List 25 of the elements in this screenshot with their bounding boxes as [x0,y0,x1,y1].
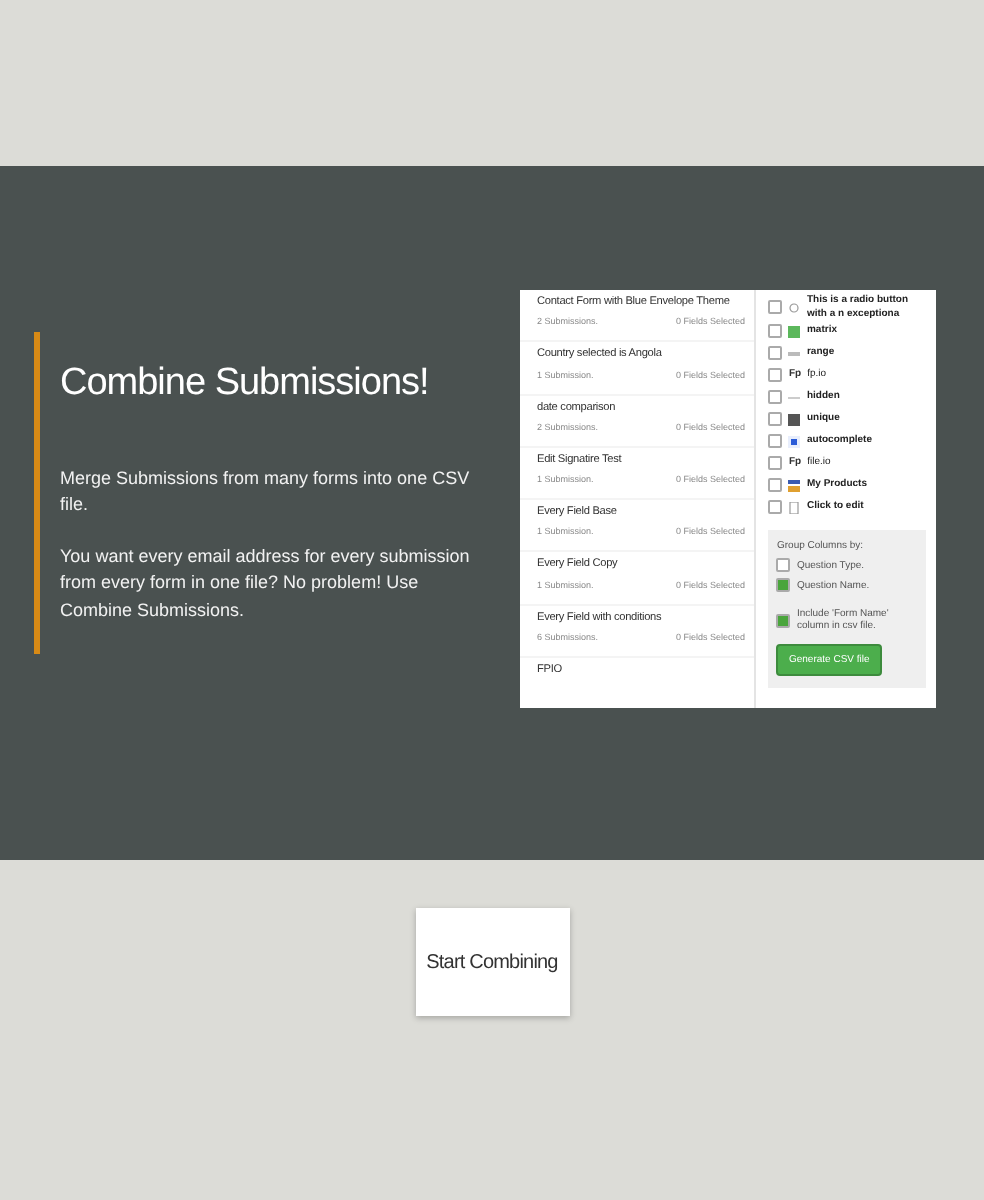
start-combining-button[interactable]: Start Combining [415,908,569,1016]
checkbox[interactable] [776,578,791,592]
checkbox[interactable] [768,412,783,426]
hero-paragraph: You want every email address for every submission from every form in one file? No problem! Use Combine Submissions. [60,543,472,624]
database-icon [788,413,801,425]
hero-paragraph: Merge Submissions from many forms into one CSV file. [60,465,472,519]
checkbox[interactable] [768,346,783,360]
checkbox[interactable] [768,390,783,404]
checkbox[interactable] [768,300,783,314]
checkbox[interactable] [768,434,783,448]
checkbox[interactable] [768,368,783,382]
checkbox[interactable] [768,478,783,492]
checkbox[interactable] [768,324,783,338]
hero-title: Combine Submissions! [60,361,431,406]
checkbox[interactable] [768,500,783,514]
grid-icon [788,325,801,337]
range-icon [788,347,801,359]
autocomplete-icon [788,435,801,447]
checkbox[interactable] [768,456,783,470]
hidden-field-icon [788,391,801,403]
checkbox[interactable] [776,558,791,572]
products-icon [788,479,801,491]
radio-icon [788,301,801,313]
checkbox[interactable] [776,613,791,627]
edit-icon [788,501,801,513]
